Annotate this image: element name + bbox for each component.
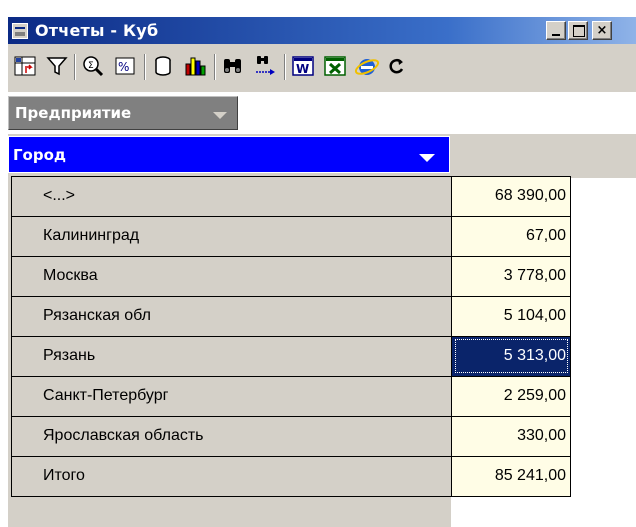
table-row-total[interactable]: Итого 85 241,00 — [11, 456, 571, 496]
row-field-label: Город — [13, 146, 67, 164]
pivot-layout-icon[interactable] — [12, 53, 38, 79]
row-label-cell[interactable]: Рязанская обл — [11, 296, 452, 336]
page-field-label: Предприятие — [15, 104, 132, 122]
row-label-cell[interactable]: Санкт-Петербург — [11, 376, 452, 416]
toolbar-separator — [214, 54, 216, 80]
value-cell[interactable]: 5 104,00 — [452, 296, 571, 336]
toolbar-separator — [144, 54, 146, 80]
table-row[interactable]: Москва 3 778,00 — [11, 256, 571, 296]
maximize-icon — [573, 25, 585, 37]
chevron-down-icon — [213, 112, 227, 119]
word-export-icon[interactable]: W — [290, 53, 316, 79]
minimize-icon — [552, 34, 560, 36]
refresh-icon[interactable] — [384, 53, 410, 79]
total-value-cell[interactable]: 85 241,00 — [452, 456, 571, 496]
maximize-button[interactable] — [568, 21, 588, 40]
column-header-area — [451, 134, 636, 178]
binoculars-icon[interactable] — [220, 53, 246, 79]
app-icon[interactable] — [12, 23, 28, 39]
close-button[interactable]: × — [592, 21, 612, 40]
minimize-button[interactable] — [546, 21, 566, 40]
table-row[interactable]: <...> 68 390,00 — [11, 176, 571, 216]
selected-value-cell[interactable]: 5 313,00 — [452, 336, 571, 376]
value-cell[interactable]: 3 778,00 — [452, 256, 571, 296]
cylinder-icon[interactable] — [150, 53, 176, 79]
value-cell[interactable]: 2 259,00 — [452, 376, 571, 416]
svg-text:W: W — [296, 62, 309, 76]
close-icon: × — [596, 23, 608, 38]
find-next-icon[interactable] — [252, 53, 278, 79]
svg-text:Σ: Σ — [88, 61, 94, 71]
row-label-cell[interactable]: Москва — [11, 256, 452, 296]
table-row[interactable]: Ярославская область 330,00 — [11, 416, 571, 456]
value-cell[interactable]: 67,00 — [452, 216, 571, 256]
svg-text:%: % — [118, 60, 129, 74]
bar-chart-icon[interactable] — [182, 53, 208, 79]
toolbar: Σ % W — [8, 44, 636, 92]
filter-icon[interactable] — [44, 53, 70, 79]
chevron-down-icon — [419, 154, 435, 162]
row-field-city[interactable]: Город — [8, 136, 450, 173]
table-row[interactable]: Рязань 5 313,00 — [11, 336, 571, 376]
total-label-cell[interactable]: Итого — [11, 456, 452, 496]
table-bottom-border — [11, 496, 571, 497]
zoom-sum-icon[interactable]: Σ — [80, 53, 106, 79]
row-label-cell[interactable]: Калининград — [11, 216, 452, 256]
row-label-cell[interactable]: Ярославская область — [11, 416, 452, 456]
internet-explorer-icon[interactable] — [354, 53, 380, 79]
toolbar-separator — [74, 54, 76, 80]
table-row[interactable]: Санкт-Петербург 2 259,00 — [11, 376, 571, 416]
toolbar-separator — [284, 54, 286, 80]
value-cell[interactable]: 68 390,00 — [452, 176, 571, 216]
excel-export-icon[interactable] — [322, 53, 348, 79]
row-label-cell[interactable]: <...> — [11, 176, 452, 216]
row-label-cell[interactable]: Рязань — [11, 336, 452, 376]
page-field-enterprise[interactable]: Предприятие — [8, 96, 238, 130]
percent-icon[interactable]: % — [112, 53, 138, 79]
title-bar: Отчеты - Куб × — [8, 17, 636, 44]
table-row[interactable]: Калининград 67,00 — [11, 216, 571, 256]
value-cell[interactable]: 330,00 — [452, 416, 571, 456]
table-row[interactable]: Рязанская обл 5 104,00 — [11, 296, 571, 336]
window-title: Отчеты - Куб — [35, 21, 159, 40]
